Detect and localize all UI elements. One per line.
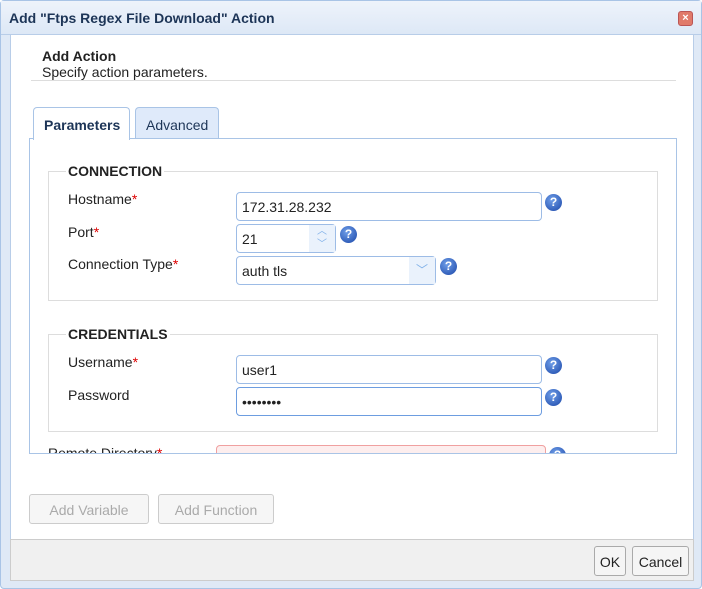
section-subtitle: Specify action parameters. — [42, 64, 208, 80]
connection-type-label: Connection Type* — [68, 256, 179, 272]
connection-type-value: auth tls — [242, 263, 288, 279]
connection-type-select[interactable]: auth tls ﹀ — [236, 256, 436, 285]
help-icon[interactable]: ? — [440, 258, 457, 275]
add-variable-button[interactable]: Add Variable — [29, 494, 149, 524]
port-stepper[interactable]: ︿ ﹀ — [309, 225, 335, 252]
password-label: Password — [68, 387, 130, 403]
help-icon[interactable]: ? — [340, 226, 357, 243]
dialog: Add "Ftps Regex File Download" Action × … — [0, 0, 702, 589]
chevron-down-icon: ﹀ — [409, 257, 435, 284]
help-icon[interactable]: ? — [545, 194, 562, 211]
credentials-legend: CREDENTIALS — [66, 326, 170, 342]
hostname-input[interactable]: 172.31.28.232 — [236, 192, 542, 221]
remote-directory-input[interactable] — [216, 445, 546, 453]
username-input[interactable]: user1 — [236, 355, 542, 384]
remote-directory-label: Remote Directory* — [48, 445, 163, 454]
help-icon[interactable]: ? — [549, 447, 566, 453]
parameters-panel: CONNECTION Hostname* 172.31.28.232 ? Por… — [29, 138, 677, 454]
tab-advanced[interactable]: Advanced — [135, 107, 219, 139]
help-icon[interactable]: ? — [545, 357, 562, 374]
tab-parameters[interactable]: Parameters — [33, 107, 130, 140]
help-icon[interactable]: ? — [545, 389, 562, 406]
dialog-body: Add Action Specify action parameters. Pa… — [10, 35, 694, 539]
port-label: Port* — [68, 224, 100, 240]
password-input[interactable]: •••••••• — [236, 387, 542, 416]
divider — [31, 80, 676, 81]
port-input[interactable]: 21 ︿ ﹀ — [236, 224, 336, 253]
close-icon[interactable]: × — [678, 11, 693, 26]
port-value: 21 — [242, 231, 258, 247]
add-function-button[interactable]: Add Function — [158, 494, 274, 524]
username-label: Username* — [68, 354, 139, 370]
ok-button[interactable]: OK — [594, 546, 626, 576]
connection-legend: CONNECTION — [66, 163, 165, 179]
dialog-footer: OK Cancel — [10, 539, 694, 581]
hostname-label: Hostname* — [68, 191, 138, 207]
title-bar[interactable]: Add "Ftps Regex File Download" Action × — [1, 1, 701, 35]
cancel-button[interactable]: Cancel — [632, 546, 689, 576]
section-title: Add Action — [42, 48, 117, 64]
dialog-title: Add "Ftps Regex File Download" Action — [9, 10, 275, 26]
